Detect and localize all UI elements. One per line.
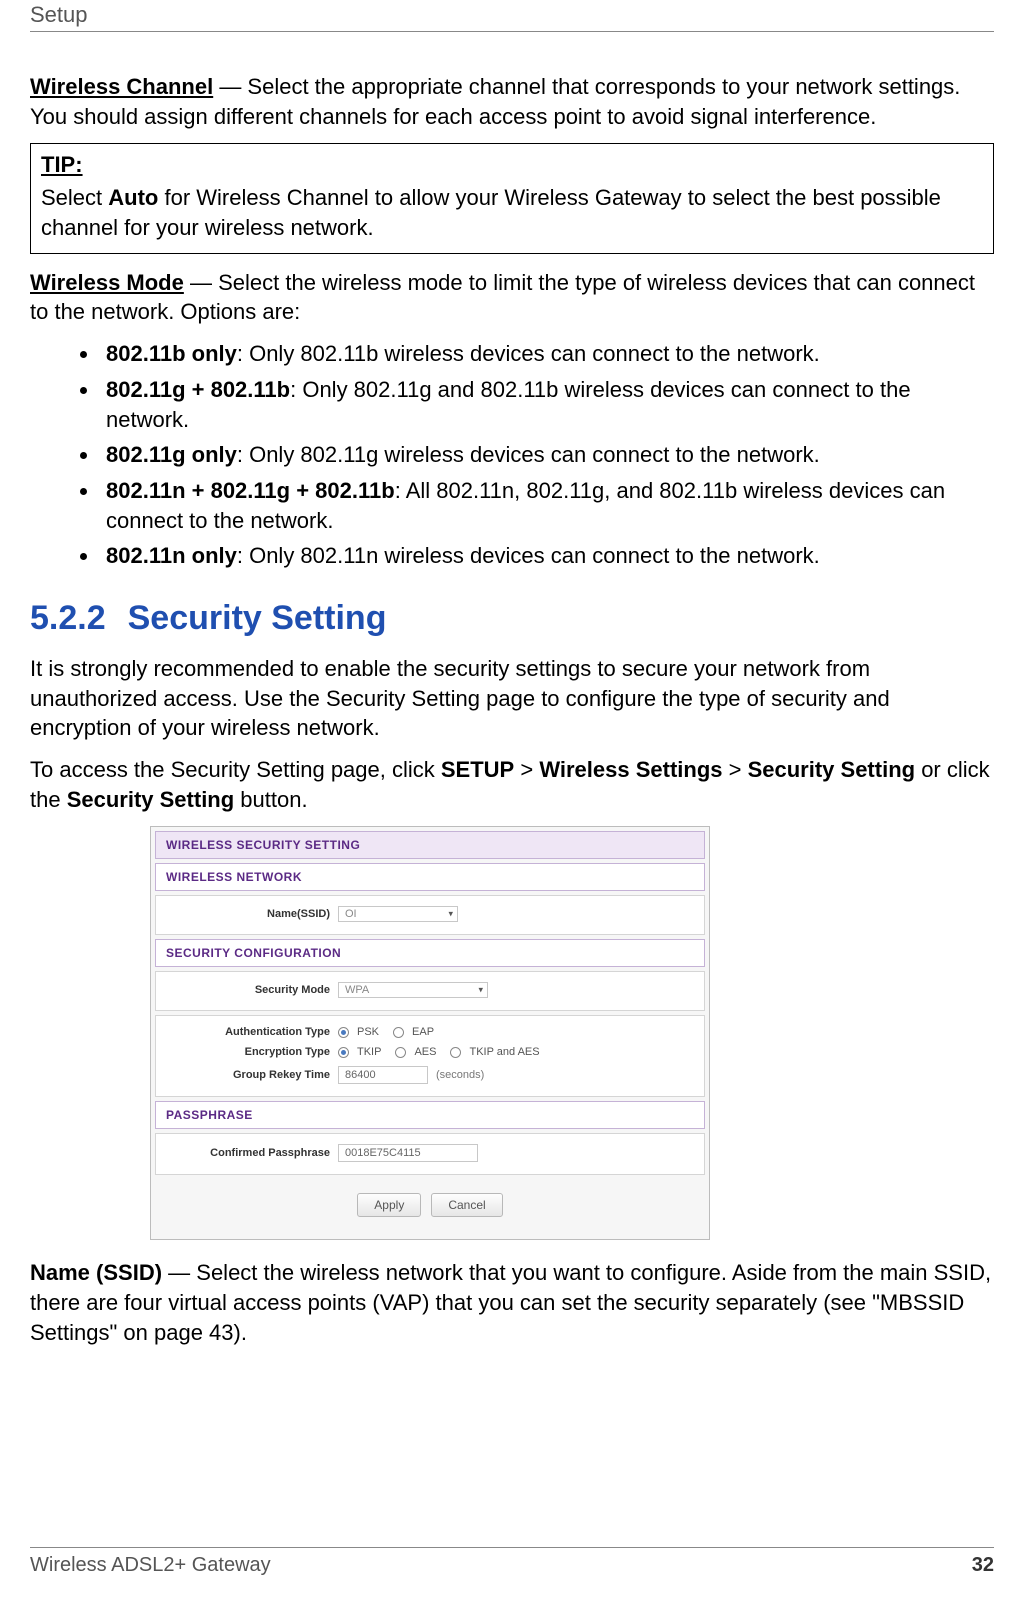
security-mode-label: Security Mode	[170, 984, 330, 996]
enc-tkip-aes-label: TKIP and AES	[469, 1046, 539, 1058]
enc-tkip-aes-radio[interactable]	[450, 1047, 461, 1058]
name-ssid-desc: — Select the wireless network that you w…	[30, 1260, 991, 1344]
auth-psk-radio[interactable]	[338, 1027, 349, 1038]
name-ssid-label: Name(SSID)	[170, 908, 330, 920]
tip-box: TIP: Select Auto for Wireless Channel to…	[30, 143, 994, 253]
panel-passphrase: PASSPHRASE	[155, 1101, 705, 1129]
cancel-button[interactable]: Cancel	[431, 1193, 502, 1217]
tip-text: Select Auto for Wireless Channel to allo…	[41, 183, 983, 242]
name-ssid-value: OI	[345, 908, 357, 920]
wireless-mode-list: 802.11b only: Only 802.11b wireless devi…	[100, 339, 994, 571]
wireless-mode-item: 802.11n + 802.11g + 802.11b: All 802.11n…	[100, 476, 994, 535]
enc-tkip-label: TKIP	[357, 1046, 381, 1058]
tip-bold: Auto	[108, 185, 158, 210]
mode-desc: : Only 802.11g wireless devices can conn…	[237, 442, 820, 467]
name-ssid-select[interactable]: OI ▾	[338, 906, 458, 922]
page-footer: Wireless ADSL2+ Gateway 32	[30, 1547, 994, 1577]
mode-name: 802.11n only	[106, 543, 237, 568]
panel-security-configuration: SECURITY CONFIGURATION	[155, 939, 705, 967]
term-wireless-channel: Wireless Channel	[30, 74, 213, 99]
confirmed-passphrase-label: Confirmed Passphrase	[170, 1147, 330, 1159]
group-rekey-label: Group Rekey Time	[170, 1069, 330, 1081]
auth-type-label: Authentication Type	[170, 1026, 330, 1038]
mode-name: 802.11g + 802.11b	[106, 377, 290, 402]
wireless-mode-item: 802.11g only: Only 802.11g wireless devi…	[100, 440, 994, 470]
text: >	[723, 757, 748, 782]
mode-name: 802.11n + 802.11g + 802.11b	[106, 478, 395, 503]
security-mode-value: WPA	[345, 984, 369, 996]
auth-eap-label: EAP	[412, 1026, 434, 1038]
mode-desc: : Only 802.11n wireless devices can conn…	[237, 543, 820, 568]
enc-aes-label: AES	[414, 1046, 436, 1058]
tip-post: for Wireless Channel to allow your Wirel…	[41, 185, 941, 240]
term-wireless-mode: Wireless Mode	[30, 270, 184, 295]
confirmed-passphrase-input[interactable]: 0018E75C4115	[338, 1144, 478, 1162]
security-para-1: It is strongly recommended to enable the…	[30, 654, 994, 743]
mode-desc: : Only 802.11b wireless devices can conn…	[237, 341, 820, 366]
term-name-ssid: Name (SSID)	[30, 1260, 162, 1285]
chevron-down-icon: ▾	[478, 985, 483, 996]
wireless-channel-para: Wireless Channel — Select the appropriat…	[30, 72, 994, 131]
button-ref-security-setting: Security Setting	[67, 787, 234, 812]
tip-label: TIP:	[41, 152, 983, 178]
group-rekey-input[interactable]: 86400	[338, 1066, 428, 1084]
group-rekey-unit: (seconds)	[436, 1069, 484, 1081]
chevron-down-icon: ▾	[448, 909, 453, 920]
breadcrumb-security-setting: Security Setting	[748, 757, 915, 782]
text: button.	[234, 787, 307, 812]
mode-name: 802.11g only	[106, 442, 237, 467]
apply-button[interactable]: Apply	[357, 1193, 421, 1217]
wireless-mode-item: 802.11n only: Only 802.11n wireless devi…	[100, 541, 994, 571]
auth-eap-radio[interactable]	[393, 1027, 404, 1038]
section-heading: 5.2.2 Security Setting	[30, 599, 994, 638]
wireless-mode-item: 802.11g + 802.11b: Only 802.11g and 802.…	[100, 375, 994, 434]
section-title: Security Setting	[128, 599, 387, 637]
name-ssid-para: Name (SSID) — Select the wireless networ…	[30, 1258, 994, 1347]
enc-aes-radio[interactable]	[395, 1047, 406, 1058]
auth-psk-label: PSK	[357, 1026, 379, 1038]
section-number: 5.2.2	[30, 599, 106, 637]
breadcrumb-wireless-settings: Wireless Settings	[539, 757, 722, 782]
encryption-type-label: Encryption Type	[170, 1046, 330, 1058]
security-para-2: To access the Security Setting page, cli…	[30, 755, 994, 814]
text: >	[514, 757, 539, 782]
wireless-mode-item: 802.11b only: Only 802.11b wireless devi…	[100, 339, 994, 369]
panel-title: WIRELESS SECURITY SETTING	[155, 831, 705, 859]
security-mode-select[interactable]: WPA ▾	[338, 982, 488, 998]
chapter-title: Setup	[30, 0, 994, 32]
admin-screenshot: WIRELESS SECURITY SETTING WIRELESS NETWO…	[150, 826, 710, 1240]
product-name: Wireless ADSL2+ Gateway	[30, 1554, 271, 1577]
breadcrumb-setup: SETUP	[441, 757, 514, 782]
panel-wireless-network: WIRELESS NETWORK	[155, 863, 705, 891]
tip-pre: Select	[41, 185, 108, 210]
text: To access the Security Setting page, cli…	[30, 757, 441, 782]
enc-tkip-radio[interactable]	[338, 1047, 349, 1058]
mode-name: 802.11b only	[106, 341, 237, 366]
page-number: 32	[972, 1554, 994, 1577]
wireless-mode-para: Wireless Mode — Select the wireless mode…	[30, 268, 994, 327]
